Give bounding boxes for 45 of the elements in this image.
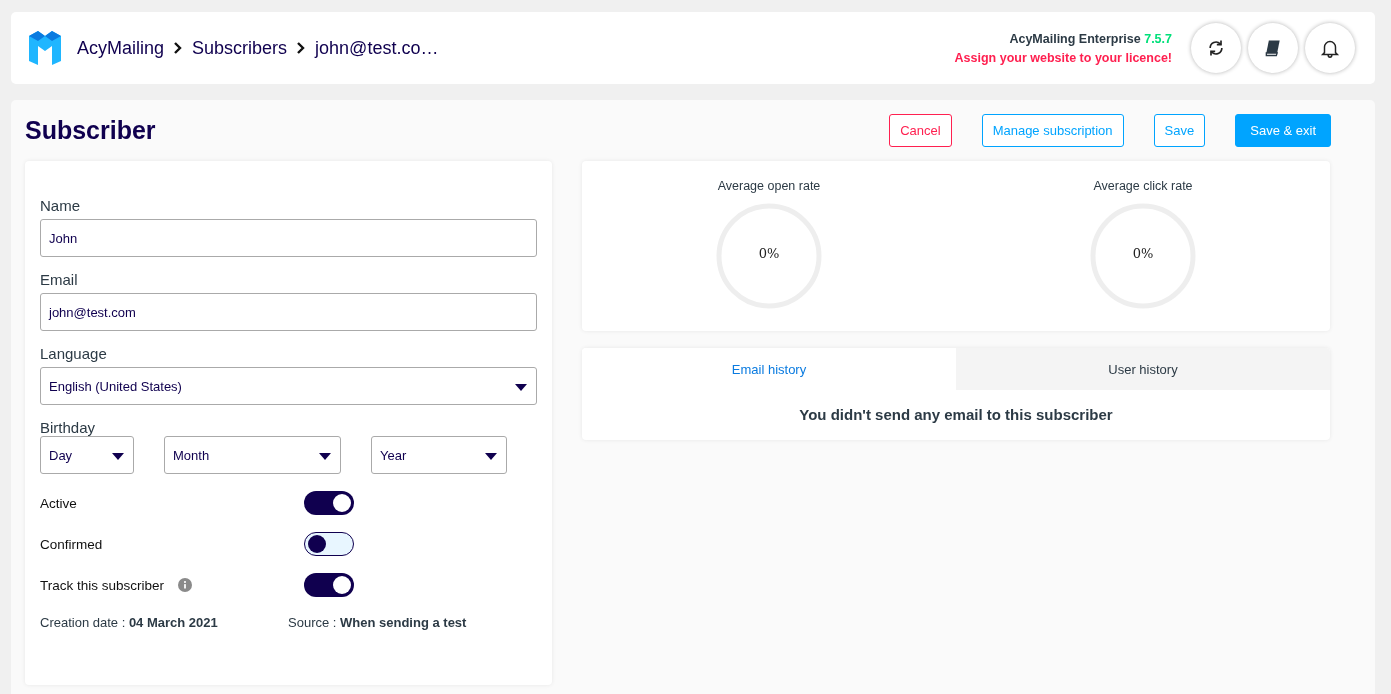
rate-value: 0% [1131,246,1155,261]
notifications-button[interactable] [1305,23,1355,73]
version-number: 7.5.7 [1144,31,1172,46]
toggle-switch[interactable] [304,532,354,556]
dropdown[interactable]: Month [164,436,341,474]
dropdown[interactable]: English (United States) [40,367,537,405]
refresh-icon [1206,38,1226,58]
field-label: Name [40,197,81,214]
info-icon [178,578,193,592]
chevron-icon [296,41,307,55]
caret-icon [319,453,331,460]
toggle-switch[interactable] [304,573,354,597]
dropdown[interactable]: Year [371,436,507,474]
rate-value: 0% [757,246,781,261]
field-label: Birthday [40,419,97,436]
licence-warning-link[interactable]: Assign your website to your licence! [954,50,1172,65]
toggle-label: Active [40,495,77,511]
history-tab[interactable]: User history [956,348,1330,390]
toggle-switch[interactable] [304,491,354,515]
breadcrumb-link[interactable]: john@test.co… [315,37,439,59]
logo-icon [27,30,63,66]
refresh-button[interactable] [1191,23,1241,73]
meta-info: Creation date : 04 March 2021 [40,615,219,630]
breadcrumb-link[interactable]: Subscribers [192,37,288,59]
history-tab[interactable]: Email history [582,348,956,390]
empty-message: You didn't send any email to this subscriber [798,406,1114,423]
field-label: Email [40,271,79,288]
meta-info: Source : When sending a test [288,615,467,630]
toggle-label: Confirmed [40,536,103,552]
input-field[interactable]: John [40,219,537,257]
stat-label: Average click rate [1093,179,1193,193]
toggle-label: Track this subscriber [40,577,165,593]
documentation-button[interactable] [1248,23,1298,73]
field-label: Language [40,345,108,362]
caret-icon [485,453,497,460]
page-title: Subscriber [25,116,156,145]
input-field[interactable]: john@test.com [40,293,537,331]
breadcrumb-link[interactable]: AcyMailing [77,37,165,59]
dropdown[interactable]: Day [40,436,134,474]
chevron-icon [173,41,184,55]
stat-label: Average open rate [717,179,821,193]
caret-icon [112,453,124,460]
cancel-button[interactable]: Cancel [889,114,952,147]
product-name: AcyMailing Enterprise [1009,31,1141,46]
caret-icon [515,384,527,391]
